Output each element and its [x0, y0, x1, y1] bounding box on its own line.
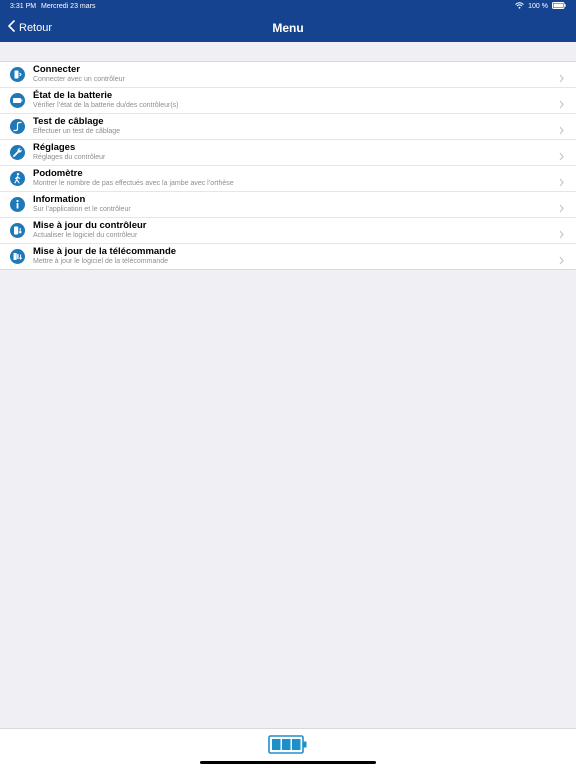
battery-status-icon: [552, 2, 566, 11]
menu-list: Connecter Connecter avec un contrôleur É…: [0, 61, 576, 270]
controller-update-icon: [10, 223, 25, 238]
home-indicator[interactable]: [200, 761, 376, 764]
remote-update-icon: [10, 249, 25, 264]
menu-item-title: Podomètre: [33, 168, 83, 179]
status-bar: 3:31 PM Mercredi 23 mars 100 %: [0, 0, 576, 14]
menu-item-cable-test[interactable]: Test de câblage Effectuer un test de câb…: [0, 114, 576, 140]
menu-item-title: État de la batterie: [33, 90, 113, 101]
menu-item-subtitle: Connecter avec un contrôleur: [33, 76, 125, 83]
chevron-right-icon: [559, 96, 564, 114]
status-date: Mercredi 23 mars: [41, 3, 96, 10]
menu-item-connect[interactable]: Connecter Connecter avec un contrôleur: [0, 62, 576, 88]
app-screen: 3:31 PM Mercredi 23 mars 100 % Retour Me…: [0, 0, 576, 768]
battery-percent: 100 %: [528, 3, 548, 10]
menu-item-title: Mise à jour de la télécommande: [33, 246, 177, 257]
chevron-right-icon: [559, 252, 564, 270]
menu-item-subtitle: Vérifier l’état de la batterie du/des co…: [33, 102, 179, 109]
info-icon: [10, 197, 25, 212]
chevron-right-icon: [559, 122, 564, 140]
controller-connect-icon: [10, 67, 25, 82]
navigation-bar: Retour Menu: [0, 14, 576, 42]
status-time: 3:31 PM: [10, 3, 37, 10]
menu-item-remote-update[interactable]: Mise à jour de la télécommande Mettre à …: [0, 244, 576, 269]
menu-item-subtitle: Montrer le nombre de pas effectués avec …: [33, 180, 234, 187]
menu-item-title: Connecter: [33, 64, 80, 75]
status-right: 100 %: [515, 2, 566, 11]
battery-icon: [10, 93, 25, 108]
menu-item-subtitle: Sur l’application et le contrôleur: [33, 206, 131, 213]
menu-item-pedometer[interactable]: Podomètre Montrer le nombre de pas effec…: [0, 166, 576, 192]
page-title: Menu: [272, 21, 304, 35]
menu-item-subtitle: Mettre à jour le logiciel de la télécomm…: [33, 258, 169, 265]
menu-item-title: Test de câblage: [33, 116, 104, 127]
menu-item-title: Réglages: [33, 142, 76, 153]
header-bar: 3:31 PM Mercredi 23 mars 100 % Retour Me…: [0, 0, 576, 42]
chevron-right-icon: [559, 174, 564, 192]
menu-item-controller-update[interactable]: Mise à jour du contrôleur Actualiser le …: [0, 218, 576, 244]
chevron-right-icon: [559, 200, 564, 218]
menu-item-subtitle: Actualiser le logiciel du contrôleur: [33, 232, 138, 239]
menu-item-title: Information: [33, 194, 86, 205]
menu-item-settings[interactable]: Réglages Réglages du contrôleur: [0, 140, 576, 166]
battery-full-icon[interactable]: [268, 735, 308, 760]
wrench-icon: [10, 145, 25, 160]
chevron-right-icon: [559, 226, 564, 244]
menu-item-battery-status[interactable]: État de la batterie Vérifier l’état de l…: [0, 88, 576, 114]
chevron-right-icon: [559, 70, 564, 88]
menu-item-information[interactable]: Information Sur l’application et le cont…: [0, 192, 576, 218]
chevron-right-icon: [559, 148, 564, 166]
walking-icon: [10, 171, 25, 186]
cable-icon: [10, 119, 25, 134]
wifi-icon: [515, 2, 524, 11]
menu-item-title: Mise à jour du contrôleur: [33, 220, 147, 231]
menu-item-subtitle: Réglages du contrôleur: [33, 154, 106, 161]
footer-bar: [0, 728, 576, 768]
menu-item-subtitle: Effectuer un test de câblage: [33, 128, 121, 135]
